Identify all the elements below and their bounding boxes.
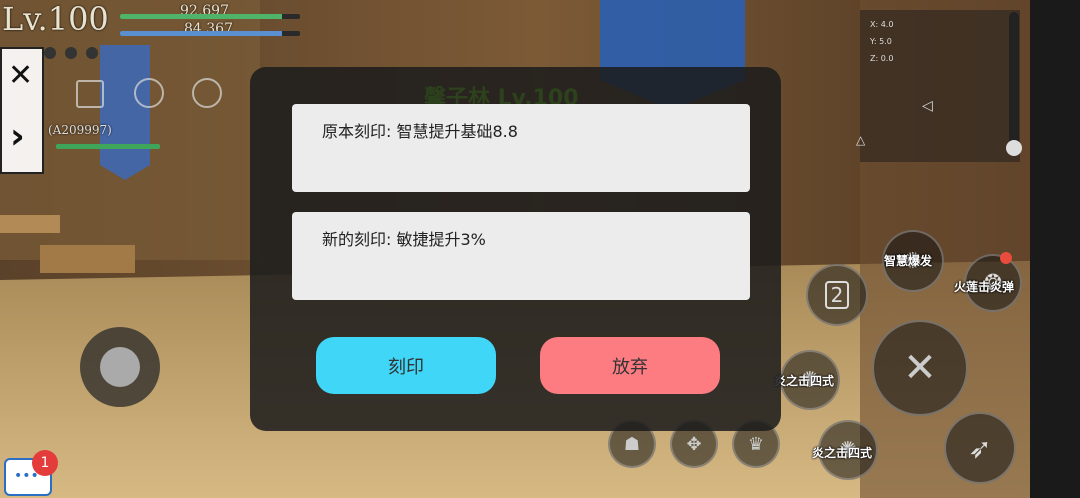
chat-badge: 1 [32,450,58,476]
player-mp-fill [120,31,282,36]
zoom-slider-thumb[interactable] [1006,140,1022,156]
side-menu-panel: ✕ › [0,47,44,174]
player-arrow-icon: △ [856,133,866,147]
map-marker-icon: ◁ [922,98,933,114]
engrave-button[interactable]: 刻印 [316,337,496,394]
warrior-icon: ☗ [623,433,641,455]
crown-icon: ♛ [747,433,765,455]
skill-slot-2-button[interactable]: 2 [806,264,868,326]
dodge-button[interactable]: ➶ [944,412,1016,484]
buff-dots [44,44,99,63]
new-engraving-text: 新的刻印: 敏捷提升3% [322,230,486,249]
original-engraving-box: 原本刻印: 智慧提升基础8.8 [292,104,750,192]
dash-icon: ➶ [968,431,992,465]
support-icon[interactable] [192,78,222,108]
chevron-right-icon[interactable]: › [10,119,25,155]
quest-icon[interactable] [76,80,104,108]
skill-wisdom-burst-label: 智慧爆发 [884,254,933,268]
globe-icon[interactable] [134,78,164,108]
zoom-slider-track[interactable] [1006,12,1022,156]
target-tag: (A209997) [48,123,112,137]
slot-number: 2 [824,281,850,309]
skill-fire-lotus-label: 火莲击炎弹 [954,280,1015,294]
joystick-knob[interactable] [100,347,140,387]
main-attack-button[interactable]: ✕ [872,320,968,416]
minimap-z: Z: 0.0 [870,54,894,63]
movement-joystick[interactable] [80,327,160,407]
discard-button[interactable]: 放弃 [540,337,720,394]
target-hp-fill [56,144,160,149]
target-hp-bar [56,144,160,149]
player-level: Lv.100 [2,0,109,38]
player-mp-bar [120,31,300,36]
crossed-swords-icon: ✕ [903,345,937,391]
player-hp-fill [120,14,282,19]
skill-flame-strike-b-label: 炎之击四式 [812,446,873,460]
emblem-icon: ✥ [686,433,702,455]
close-icon[interactable]: ✕ [8,61,33,91]
skill-flame-strike-a-label: 炎之击四式 [774,374,835,388]
skill-ready-dot [1000,252,1012,264]
new-engraving-box: 新的刻印: 敏捷提升3% [292,212,750,300]
minimap-y: Y: 5.0 [870,37,892,46]
minimap-x: X: 4.0 [870,20,894,29]
minimap[interactable] [860,10,1020,162]
player-hp-bar [120,14,300,19]
original-engraving-text: 原本刻印: 智慧提升基础8.8 [322,122,518,141]
